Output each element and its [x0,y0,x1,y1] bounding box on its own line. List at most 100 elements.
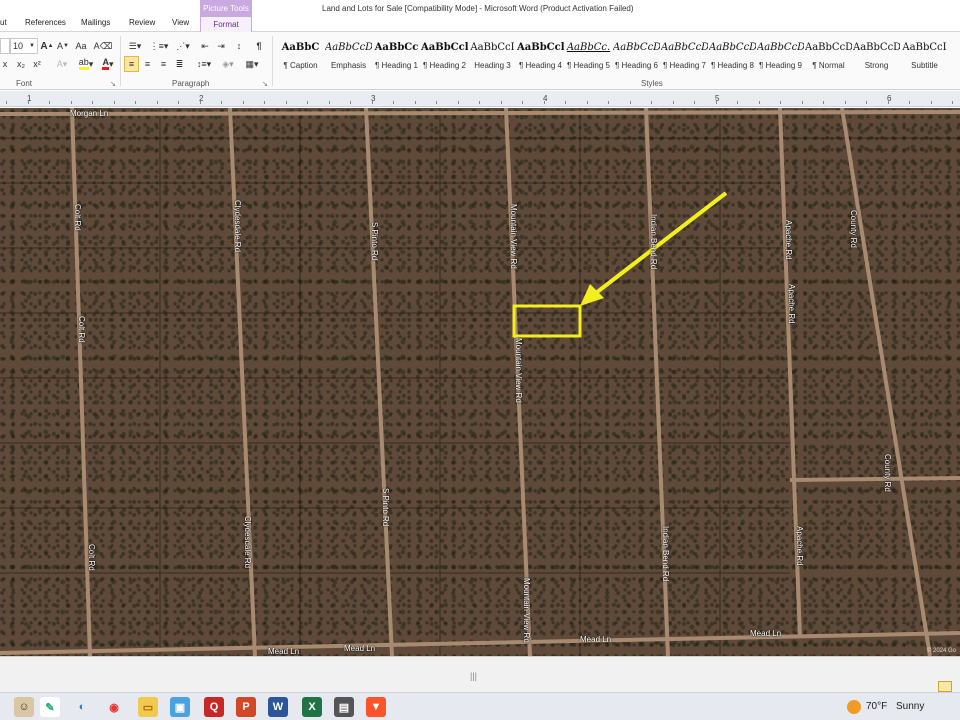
resize-grip-icon[interactable]: ||| [470,671,477,681]
ruler-tick [694,101,695,104]
grow-font-icon[interactable]: A ▲ [40,38,54,54]
edge-icon[interactable]: ◐ [72,697,92,717]
style-item[interactable]: AaBbCcDc ¶ Heading 7 [661,34,708,77]
style-preview: AaBbCcl [517,42,564,53]
font-name-box[interactable] [0,38,10,54]
sort-icon[interactable]: ↕ [232,38,246,54]
paint-app-icon[interactable]: ✎ [40,697,60,717]
road-label-mountain-view: Mountain View Rd [514,338,523,403]
multilevel-list-icon[interactable]: ⋰▾ [172,38,194,54]
ruler-tick [221,101,222,104]
road-label-indian-bend: Indian Bend Rd [661,526,670,582]
road-label-apache: Apache Rd [795,526,804,566]
bullets-icon[interactable]: ☰▾ [124,38,146,54]
print-layout-view-button[interactable] [938,681,952,692]
brave-icon[interactable]: ▼ [366,697,386,717]
window-title: Land and Lots for Sale [Compatibility Mo… [322,4,634,13]
borders-icon[interactable]: ▦▾ [242,56,262,72]
style-item[interactable]: AaBbCc. ¶ Heading 5 [565,34,612,77]
numbering-icon[interactable]: ⋮≡▾ [148,38,170,54]
sun-icon [847,700,861,714]
ruler-tick [608,101,609,104]
shrink-font-icon[interactable]: A ▼ [56,38,70,54]
ruler-tick [802,101,803,104]
tab-format[interactable]: Format [200,16,252,32]
strikethrough-icon[interactable]: x [0,56,10,72]
clear-format-icon[interactable]: A⌫ [94,38,113,54]
chevron-down-icon: ▼ [29,43,35,49]
ruler-tick [866,101,867,104]
tab-review[interactable]: Review [129,18,155,27]
q-app-icon[interactable]: Q [204,697,224,717]
align-left-icon[interactable]: ≡ [124,56,139,72]
horizontal-ruler[interactable]: 1 2 3 4 5 6 [0,91,960,107]
shading-icon[interactable]: ◈▾ [218,56,238,72]
aerial-map-image[interactable]: Morgan Ln Colt Rd Colt Rd Colt Rd Clydes… [0,108,960,656]
style-item[interactable]: AaBbCcDc ¶ Heading 8 [709,34,756,77]
line-spacing-icon[interactable]: ↕≡▾ [194,56,214,72]
ruler-tick [587,101,588,104]
tab-view[interactable]: View [172,18,189,27]
style-item[interactable]: AaBbCcDc Emphasis [325,34,372,77]
ruler-tick [178,101,179,104]
font-color-icon[interactable]: A ▾ [98,56,118,72]
font-size-box[interactable]: 10 ▼ [10,38,38,54]
style-preview: AaBbCc. [566,42,611,53]
car-app-icon[interactable]: ▤ [334,697,354,717]
ruler-tick [71,101,72,104]
ruler-tick [716,101,717,104]
tab-home[interactable]: ut [0,18,7,27]
style-preview: AaBbC [281,42,320,53]
style-item[interactable]: AaBbC ¶ Caption [277,34,324,77]
paragraph-dialog-launcher-icon[interactable]: ↘ [262,80,268,88]
monitor-app-icon[interactable]: ▣ [170,697,190,717]
style-name: ¶ Heading 2 [423,61,466,70]
excel-icon[interactable]: X [302,697,322,717]
decrease-indent-icon[interactable]: ⇤ [198,38,212,54]
style-item[interactable]: AaBbCcDc ¶ Heading 9 [757,34,804,77]
ruler-tick [630,101,631,104]
ruler-tick [372,101,373,104]
ribbon: 10 ▼ A ▲ A ▼ Aa A⌫ x x₂ x² A▾ ab ▾ A ▾ Font … [0,32,960,90]
file-explorer-icon[interactable]: ▭ [138,697,158,717]
style-name: Strong [864,61,889,70]
style-item[interactable]: AaBbCc ¶ Heading 1 [373,34,420,77]
style-item[interactable]: AaBbCcDc ¶ Heading 6 [613,34,660,77]
road-label-mead: Mead Ln [750,629,782,638]
subscript-icon[interactable]: x₂ [14,56,28,72]
style-item[interactable]: AaBbCcI Heading 3 [469,34,516,77]
tab-references[interactable]: References [25,18,66,27]
align-center-icon[interactable]: ≡ [140,56,155,72]
road-label-county: County Rd [849,210,858,248]
text-effects-icon[interactable]: A▾ [52,56,72,72]
increase-indent-icon[interactable]: ⇥ [214,38,228,54]
style-item[interactable]: AaBbCcDc ¶ Normal [805,34,852,77]
road-label-county: County Rd [883,454,892,492]
ruler-tick [329,101,330,104]
align-right-icon[interactable]: ≡ [156,56,171,72]
user-avatar-icon[interactable]: ☺ [14,697,34,717]
font-dialog-launcher-icon[interactable]: ↘ [110,80,116,88]
tab-mailings[interactable]: Mailings [81,18,110,27]
ruler-tick [565,101,566,104]
ruler-tick [888,101,889,104]
weather-widget[interactable]: 70°F Sunny [866,701,924,712]
ruler-tick [135,101,136,104]
ruler-tick [200,101,201,104]
style-item[interactable]: AaBbCcDd Strong [853,34,900,77]
style-item[interactable]: AaBbCcl ¶ Heading 2 [421,34,468,77]
highlight-icon[interactable]: ab ▾ [76,56,96,72]
road-label-colt: Colt Rd [87,544,96,571]
ruler-tick [415,101,416,104]
style-item[interactable]: AaBbCcl ¶ Heading 4 [517,34,564,77]
justify-icon[interactable]: ≣ [172,56,187,72]
powerpoint-icon[interactable]: P [236,697,256,717]
ruler-tick [157,101,158,104]
chrome-icon[interactable]: ◉ [104,697,124,717]
show-marks-icon[interactable]: ¶ [252,38,266,54]
style-item[interactable]: AaBbCcI Subtitle [901,34,948,77]
ruler-tick [522,101,523,104]
superscript-icon[interactable]: x² [30,56,44,72]
change-case-icon[interactable]: Aa [74,38,88,54]
word-icon[interactable]: W [268,697,288,717]
